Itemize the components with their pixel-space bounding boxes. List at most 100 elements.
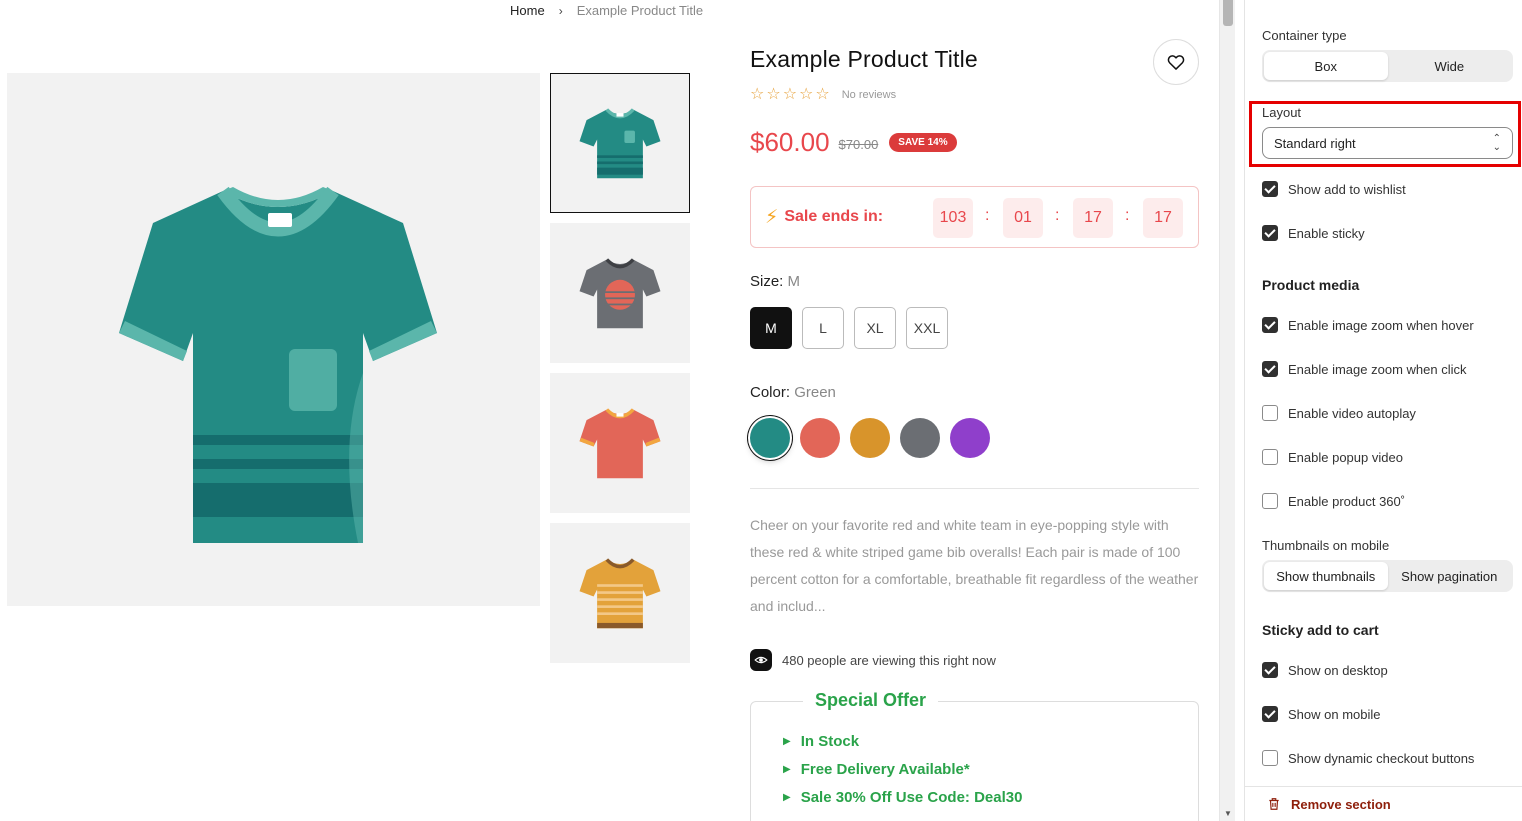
countdown-seconds: 17 — [1143, 198, 1183, 238]
triangle-right-icon: ▶ — [783, 736, 791, 747]
countdown-separator: : — [1055, 207, 1060, 224]
checkbox-label: Show dynamic checkout buttons — [1288, 750, 1475, 766]
main-product-image[interactable] — [7, 73, 540, 606]
star-empty-icon: ☆ — [766, 86, 781, 103]
viewers-text: 480 people are viewing this right now — [782, 652, 996, 668]
checkbox-label: Enable product 360˚ — [1288, 493, 1406, 509]
checkbox-label: Show add to wishlist — [1288, 181, 1406, 197]
triangle-right-icon: ▶ — [783, 792, 791, 803]
checkbox[interactable] — [1262, 405, 1278, 421]
checkbox[interactable] — [1262, 361, 1278, 377]
heart-icon — [1167, 55, 1185, 70]
special-offer-box: Special Offer ▶ In Stock ▶ Free Delivery… — [750, 690, 1199, 821]
scrollbar-thumb[interactable] — [1223, 0, 1233, 26]
dynamic-checkout-option[interactable]: Show dynamic checkout buttons — [1262, 750, 1474, 766]
checkbox[interactable] — [1262, 449, 1278, 465]
container-type-box[interactable]: Box — [1264, 52, 1388, 80]
image-zoom-click-option[interactable]: Enable image zoom when click — [1262, 361, 1466, 377]
thumbnails-on-mobile-toggle: Show thumbnails Show pagination — [1262, 560, 1513, 592]
divider — [750, 488, 1199, 489]
checkbox-label: Enable image zoom when hover — [1288, 317, 1474, 333]
offer-item-text: Sale 30% Off Use Code: Deal30 — [800, 789, 1023, 806]
rating[interactable]: ☆ ☆ ☆ ☆ ☆ No reviews — [750, 86, 896, 104]
color-label: Color: Green — [750, 384, 836, 401]
checkbox-label: Enable video autoplay — [1288, 405, 1416, 421]
show-pagination-option[interactable]: Show pagination — [1388, 562, 1512, 590]
offer-item: ▶ Sale 30% Off Use Code: Deal30 — [783, 789, 1022, 806]
enable-sticky-option[interactable]: Enable sticky — [1262, 225, 1365, 241]
remove-section-button[interactable]: Remove section — [1245, 786, 1522, 821]
size-label-text: Size: — [750, 273, 784, 290]
live-viewers: 480 people are viewing this right now — [750, 649, 996, 671]
container-type-label: Container type — [1262, 28, 1347, 43]
tshirt-yellow-icon — [579, 558, 661, 629]
checkbox[interactable] — [1262, 181, 1278, 197]
thumbnail-3[interactable] — [550, 373, 690, 513]
color-swatch-orange[interactable] — [850, 418, 890, 458]
product-description: Cheer on your favorite red and white tea… — [750, 517, 1199, 614]
checkbox[interactable] — [1262, 750, 1278, 766]
checkbox-label: Enable popup video — [1288, 449, 1403, 465]
layout-label: Layout — [1262, 105, 1302, 120]
checkbox-label: Enable image zoom when click — [1288, 361, 1467, 377]
checkbox-label: Enable sticky — [1288, 225, 1365, 241]
show-thumbnails-option[interactable]: Show thumbnails — [1264, 562, 1388, 590]
star-empty-icon: ☆ — [799, 86, 814, 103]
show-add-to-wishlist-option[interactable]: Show add to wishlist — [1262, 181, 1406, 197]
color-swatch-red[interactable] — [800, 418, 840, 458]
tshirt-main-image — [119, 186, 437, 543]
image-zoom-hover-option[interactable]: Enable image zoom when hover — [1262, 317, 1474, 333]
popup-video-option[interactable]: Enable popup video — [1262, 449, 1403, 465]
breadcrumb-separator: › — [558, 3, 563, 18]
color-label-text: Color: — [750, 384, 791, 401]
color-swatch-gray[interactable] — [900, 418, 940, 458]
layout-select[interactable]: Standard right ⌃ ⌄ — [1262, 127, 1513, 159]
product-preview: Home › Example Product Title Example Pro… — [0, 0, 1219, 821]
checkbox[interactable] — [1262, 225, 1278, 241]
size-option-l[interactable]: L — [802, 307, 844, 349]
video-autoplay-option[interactable]: Enable video autoplay — [1262, 405, 1416, 421]
countdown-hours: 01 — [1003, 198, 1043, 238]
size-option-m[interactable]: M — [750, 307, 792, 349]
checkbox[interactable] — [1262, 493, 1278, 509]
checkbox[interactable] — [1262, 317, 1278, 333]
thumbnail-1[interactable] — [550, 73, 690, 213]
size-option-xl[interactable]: XL — [854, 307, 896, 349]
scroll-down-arrow-icon[interactable]: ▼ — [1224, 809, 1232, 818]
offer-item: ▶ Free Delivery Available* — [783, 761, 970, 778]
breadcrumb-home-link[interactable]: Home — [510, 3, 545, 18]
layout-select-value: Standard right — [1274, 135, 1356, 151]
checkbox[interactable] — [1262, 706, 1278, 722]
star-empty-icon: ☆ — [815, 86, 830, 103]
product-360-option[interactable]: Enable product 360˚ — [1262, 493, 1405, 509]
show-on-desktop-option[interactable]: Show on desktop — [1262, 662, 1388, 678]
thumbnail-2[interactable] — [550, 223, 690, 363]
product-title: Example Product Title — [750, 46, 978, 72]
settings-panel: Container type Box Wide Layout Standard … — [1244, 0, 1522, 821]
chevron-up-down-icon: ⌃ ⌄ — [1492, 133, 1501, 153]
triangle-right-icon: ▶ — [783, 764, 791, 775]
sale-price: $60.00 — [750, 127, 830, 157]
trash-icon — [1269, 798, 1279, 810]
offer-item: ▶ In Stock — [783, 733, 859, 750]
container-type-wide[interactable]: Wide — [1388, 52, 1512, 80]
countdown-separator: : — [985, 207, 990, 224]
countdown-days: 103 — [933, 198, 973, 238]
breadcrumb-current: Example Product Title — [576, 3, 704, 18]
tshirt-gray-icon — [579, 258, 661, 329]
checkbox[interactable] — [1262, 662, 1278, 678]
thumbnail-4[interactable] — [550, 523, 690, 663]
show-on-mobile-option[interactable]: Show on mobile — [1262, 706, 1381, 722]
wishlist-button[interactable] — [1153, 39, 1199, 85]
star-empty-icon: ☆ — [782, 86, 798, 103]
size-label: Size: M — [750, 273, 800, 290]
size-option-xxl[interactable]: XXL — [906, 307, 948, 349]
color-swatch-purple[interactable] — [950, 418, 990, 458]
container-type-toggle: Box Wide — [1262, 50, 1513, 82]
color-swatch-green[interactable] — [750, 418, 790, 458]
price-row: $60.00 $70.00 SAVE 14% — [750, 127, 957, 158]
remove-section-label: Remove section — [1291, 796, 1391, 812]
preview-scrollbar[interactable]: ▼ — [1219, 0, 1235, 821]
reviews-count: No reviews — [841, 89, 897, 101]
breadcrumb: Home › Example Product Title — [510, 3, 703, 18]
